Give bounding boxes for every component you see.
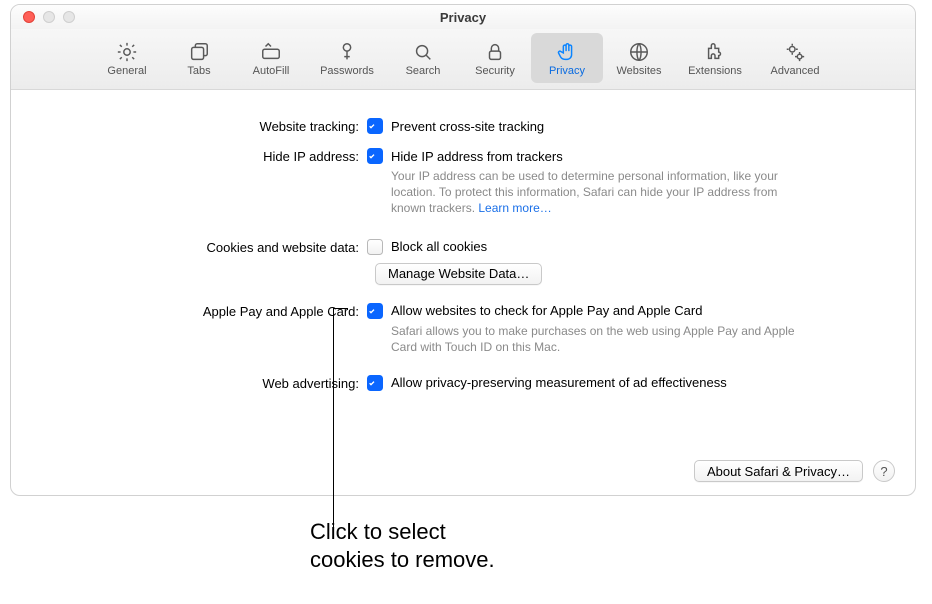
- tab-privacy[interactable]: Privacy: [531, 33, 603, 83]
- preferences-window: Privacy General Tabs AutoFill Password: [10, 4, 916, 496]
- learn-more-link[interactable]: Learn more…: [478, 201, 551, 215]
- tabs-icon: [188, 40, 210, 64]
- option-label: Block all cookies: [391, 239, 487, 254]
- tab-extensions[interactable]: Extensions: [675, 33, 755, 83]
- section-label-hideip: Hide IP address:: [37, 148, 367, 164]
- close-window-button[interactable]: [23, 11, 35, 23]
- option-label: Hide IP address from trackers: [391, 149, 563, 164]
- window-title: Privacy: [21, 10, 905, 25]
- applepay-description: Safari allows you to make purchases on t…: [367, 323, 797, 355]
- tab-passwords[interactable]: Passwords: [307, 33, 387, 83]
- hand-icon: [556, 40, 578, 64]
- gear-icon: [116, 40, 138, 64]
- tab-advanced[interactable]: Advanced: [755, 33, 835, 83]
- about-privacy-button[interactable]: About Safari & Privacy…: [694, 460, 863, 482]
- option-label: Allow websites to check for Apple Pay an…: [391, 303, 702, 318]
- tab-label: Websites: [616, 65, 661, 77]
- option-label: Prevent cross-site tracking: [391, 119, 544, 134]
- globe-icon: [628, 40, 650, 64]
- callout-leader-line: [333, 308, 334, 533]
- help-button[interactable]: ?: [873, 460, 895, 482]
- zoom-window-button[interactable]: [63, 11, 75, 23]
- section-label-cookies: Cookies and website data:: [37, 239, 367, 255]
- gears-icon: [784, 40, 806, 64]
- lock-icon: [484, 40, 506, 64]
- applepay-option[interactable]: Allow websites to check for Apple Pay an…: [367, 303, 889, 319]
- pencil-box-icon: [260, 40, 282, 64]
- tab-general[interactable]: General: [91, 33, 163, 83]
- tab-label: AutoFill: [253, 65, 290, 77]
- preferences-toolbar: General Tabs AutoFill Passwords Search: [11, 29, 915, 90]
- tab-autofill[interactable]: AutoFill: [235, 33, 307, 83]
- content-pane: Website tracking: Prevent cross-site tra…: [11, 90, 915, 496]
- tab-label: Search: [406, 65, 441, 77]
- checkbox-checked-icon: [367, 148, 383, 164]
- block-cookies-option[interactable]: Block all cookies: [367, 239, 889, 255]
- tab-tabs[interactable]: Tabs: [163, 33, 235, 83]
- tab-label: Advanced: [771, 65, 820, 77]
- search-icon: [412, 40, 434, 64]
- tab-label: General: [107, 65, 146, 77]
- tab-search[interactable]: Search: [387, 33, 459, 83]
- checkbox-checked-icon: [367, 118, 383, 134]
- tab-label: Privacy: [549, 65, 585, 77]
- section-label-tracking: Website tracking:: [37, 118, 367, 134]
- advertising-option[interactable]: Allow privacy-preserving measurement of …: [367, 375, 889, 391]
- prevent-tracking-option[interactable]: Prevent cross-site tracking: [367, 118, 889, 134]
- tab-label: Extensions: [688, 65, 742, 77]
- manage-website-data-button[interactable]: Manage Website Data…: [375, 263, 542, 285]
- tab-websites[interactable]: Websites: [603, 33, 675, 83]
- key-icon: [336, 40, 358, 64]
- titlebar: Privacy: [11, 5, 915, 29]
- checkbox-unchecked-icon: [367, 239, 383, 255]
- tab-label: Passwords: [320, 65, 374, 77]
- hide-ip-description: Your IP address can be used to determine…: [367, 168, 797, 217]
- tab-security[interactable]: Security: [459, 33, 531, 83]
- section-label-applepay: Apple Pay and Apple Card:: [37, 303, 367, 319]
- checkbox-checked-icon: [367, 303, 383, 319]
- section-label-advertising: Web advertising:: [37, 375, 367, 391]
- option-label: Allow privacy-preserving measurement of …: [391, 375, 727, 390]
- checkbox-checked-icon: [367, 375, 383, 391]
- tab-label: Tabs: [187, 65, 210, 77]
- hide-ip-option[interactable]: Hide IP address from trackers: [367, 148, 889, 164]
- tab-label: Security: [475, 65, 515, 77]
- minimize-window-button[interactable]: [43, 11, 55, 23]
- puzzle-icon: [704, 40, 726, 64]
- window-controls: [23, 11, 75, 23]
- callout-text: Click to select cookies to remove.: [310, 518, 495, 573]
